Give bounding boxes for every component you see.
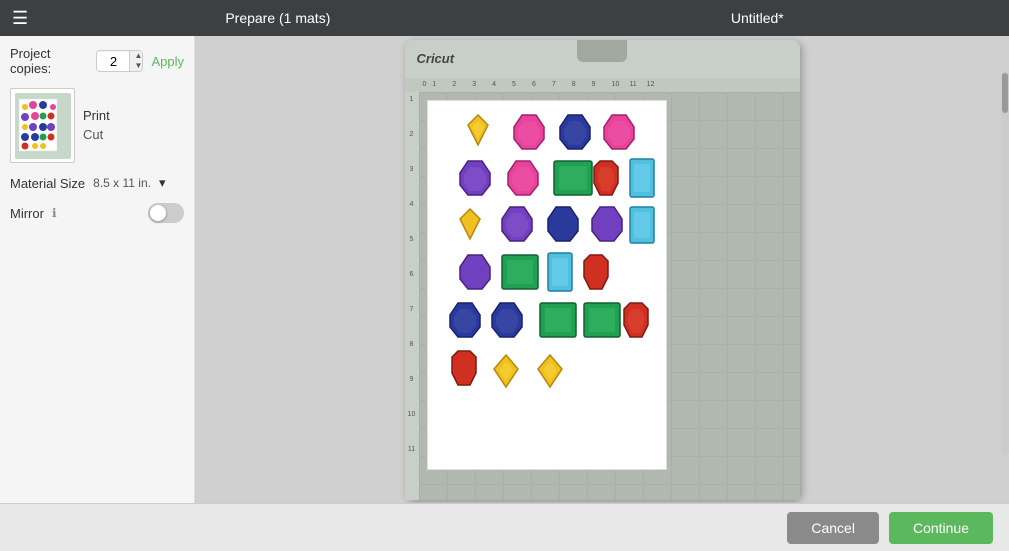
cancel-button[interactable]: Cancel — [787, 512, 879, 544]
app-title: Prepare (1 mats) — [38, 10, 517, 26]
material-size-label: Material Size — [10, 176, 85, 191]
mirror-label: Mirror — [10, 206, 44, 221]
cut-label: Cut — [83, 126, 110, 144]
cutting-mat: Cricut 0 1 2 3 4 5 6 7 8 9 10 11 12 — [405, 40, 800, 500]
mirror-row: Mirror ℹ — [10, 203, 184, 223]
top-bar: ☰ Prepare (1 mats) Untitled* — [0, 0, 1009, 36]
gems-svg — [432, 107, 662, 462]
mat-thumbnail-row: Print Cut — [10, 88, 184, 163]
dropdown-chevron-icon: ▾ — [159, 175, 166, 191]
copies-down-button[interactable]: ▼ — [130, 61, 143, 71]
scrollbar[interactable] — [1001, 72, 1009, 455]
ruler-vertical: 12345 67891011 — [405, 92, 419, 500]
mat-grip — [577, 40, 627, 62]
apply-button[interactable]: Apply — [151, 54, 184, 69]
sidebar: Project copies: ▲ ▼ Apply — [0, 36, 195, 503]
info-icon[interactable]: ℹ — [52, 206, 57, 220]
mat-thumb-svg — [13, 91, 73, 161]
material-size-dropdown[interactable]: 8.5 x 11 in. — [93, 176, 151, 190]
cricut-logo: Cricut — [417, 51, 455, 66]
copies-input[interactable] — [97, 52, 129, 71]
mat-thumbnail[interactable] — [10, 88, 75, 163]
toggle-knob — [150, 205, 166, 221]
mat-label: Print Cut — [83, 107, 110, 143]
mat-body: 12345 67891011 — [405, 92, 800, 500]
canvas-area: Cricut 0 1 2 3 4 5 6 7 8 9 10 11 12 — [195, 36, 1009, 503]
bottom-bar: Cancel Continue — [0, 503, 1009, 551]
main-content: Project copies: ▲ ▼ Apply — [0, 36, 1009, 503]
menu-icon[interactable]: ☰ — [12, 8, 28, 29]
continue-button[interactable]: Continue — [889, 512, 993, 544]
copies-input-wrapper: ▲ ▼ — [96, 50, 143, 72]
document-title: Untitled* — [518, 10, 997, 26]
ruler-horizontal: 0 1 2 3 4 5 6 7 8 9 10 11 12 — [405, 78, 800, 92]
copies-spinners: ▲ ▼ — [129, 51, 143, 71]
mat-grid-area — [419, 92, 800, 500]
project-copies-row: Project copies: ▲ ▼ Apply — [10, 46, 184, 76]
print-label: Print — [83, 107, 110, 125]
print-area — [427, 100, 667, 470]
project-copies-label: Project copies: — [10, 46, 88, 76]
copies-up-button[interactable]: ▲ — [130, 51, 143, 61]
scrollbar-thumb — [1002, 73, 1008, 113]
mirror-toggle[interactable] — [148, 203, 184, 223]
mat-header: Cricut — [405, 40, 800, 78]
material-size-row: Material Size 8.5 x 11 in. ▾ — [10, 175, 184, 191]
